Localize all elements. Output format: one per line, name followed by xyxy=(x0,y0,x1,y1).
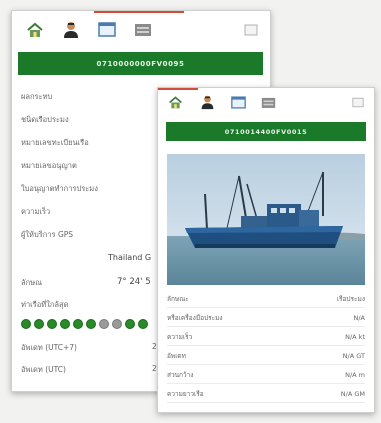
active-tab-indicator xyxy=(158,88,198,90)
field-row: ความยาวเรือ N/A GM xyxy=(167,386,365,403)
field-row: หรือเครื่องมือประมง N/A xyxy=(167,310,365,327)
panel-toolbar xyxy=(12,11,270,49)
status-dot xyxy=(125,319,135,329)
field-row: อัพเดท N/A GT xyxy=(167,348,365,365)
field-value: N/A kt xyxy=(345,333,365,341)
vessel-id-bar: 0710014400FV0015 xyxy=(166,122,366,141)
vessel-photo xyxy=(167,154,365,285)
status-dot xyxy=(73,319,83,329)
window-icon[interactable] xyxy=(231,96,246,109)
status-dot xyxy=(99,319,109,329)
panel-toolbar xyxy=(158,88,374,118)
home-icon[interactable] xyxy=(26,21,44,39)
update-utc-label: อัพเดท (UTC) xyxy=(21,365,66,374)
info-label: ความเร็ว xyxy=(21,207,51,216)
info-label: ใบอนุญาตทำการประมง xyxy=(21,184,98,193)
info-label: ผลกระทบ xyxy=(21,92,53,101)
field-value: N/A m xyxy=(345,371,365,379)
field-value: N/A GT xyxy=(342,352,365,360)
fishing-vessel-image xyxy=(167,154,365,285)
nearest-port-label: ท่าเรือที่ใกล้สุด xyxy=(21,300,69,309)
field-value: N/A GM xyxy=(340,390,365,398)
info-label: ชนิดเรือประมง xyxy=(21,115,69,124)
minimize-icon[interactable] xyxy=(352,97,364,108)
field-value: N/A xyxy=(353,314,366,322)
field-row: ส่วนกว้าง N/A m xyxy=(167,367,365,384)
info-label: หมายเลขทะเบียนเรือ xyxy=(21,138,89,147)
field-label: ลักษณะ xyxy=(167,295,189,303)
field-value: เรือประมง xyxy=(336,295,365,303)
field-label: อัพเดท xyxy=(167,352,186,360)
vessel-id-bar: 0710000000FV0095 xyxy=(18,52,263,75)
update-utc7-label: อัพเดท (UTC+7) xyxy=(21,343,77,352)
status-dot xyxy=(47,319,57,329)
status-dot xyxy=(34,319,44,329)
field-label: ส่วนกว้าง xyxy=(167,371,194,379)
field-label: ความเร็ว xyxy=(167,333,193,341)
info-label: ผู้ให้บริการ GPS xyxy=(21,230,74,239)
status-dot xyxy=(21,319,31,329)
person-icon[interactable] xyxy=(62,20,80,39)
field-label: หรือเครื่องมือประมง xyxy=(167,314,223,322)
status-dot xyxy=(86,319,96,329)
field-label: ความยาวเรือ xyxy=(167,390,204,398)
minimize-icon[interactable] xyxy=(244,24,258,36)
field-row: ความเร็ว N/A kt xyxy=(167,329,365,346)
folder-icon[interactable] xyxy=(134,22,152,37)
active-tab-indicator xyxy=(94,11,184,13)
info-label: หมายเลขอนุญาต xyxy=(21,161,77,170)
field-row: ลักษณะ เรือประมง xyxy=(167,291,365,308)
location-label: Thailand G xyxy=(108,253,152,262)
window-icon[interactable] xyxy=(98,22,116,37)
vessel-info-panel-front: 0710014400FV0015 ลักษณะ เรือประมง หรือเค… xyxy=(157,87,375,413)
person-icon[interactable] xyxy=(200,94,215,110)
status-dots xyxy=(21,319,148,329)
status-dot xyxy=(112,319,122,329)
status-dot xyxy=(138,319,148,329)
home-icon[interactable] xyxy=(168,95,183,110)
status-dot xyxy=(60,319,70,329)
coordinate-label: ลักษณ xyxy=(21,278,43,287)
folder-icon[interactable] xyxy=(261,96,276,109)
coordinate-value: 7° 24' 5 xyxy=(117,277,151,287)
